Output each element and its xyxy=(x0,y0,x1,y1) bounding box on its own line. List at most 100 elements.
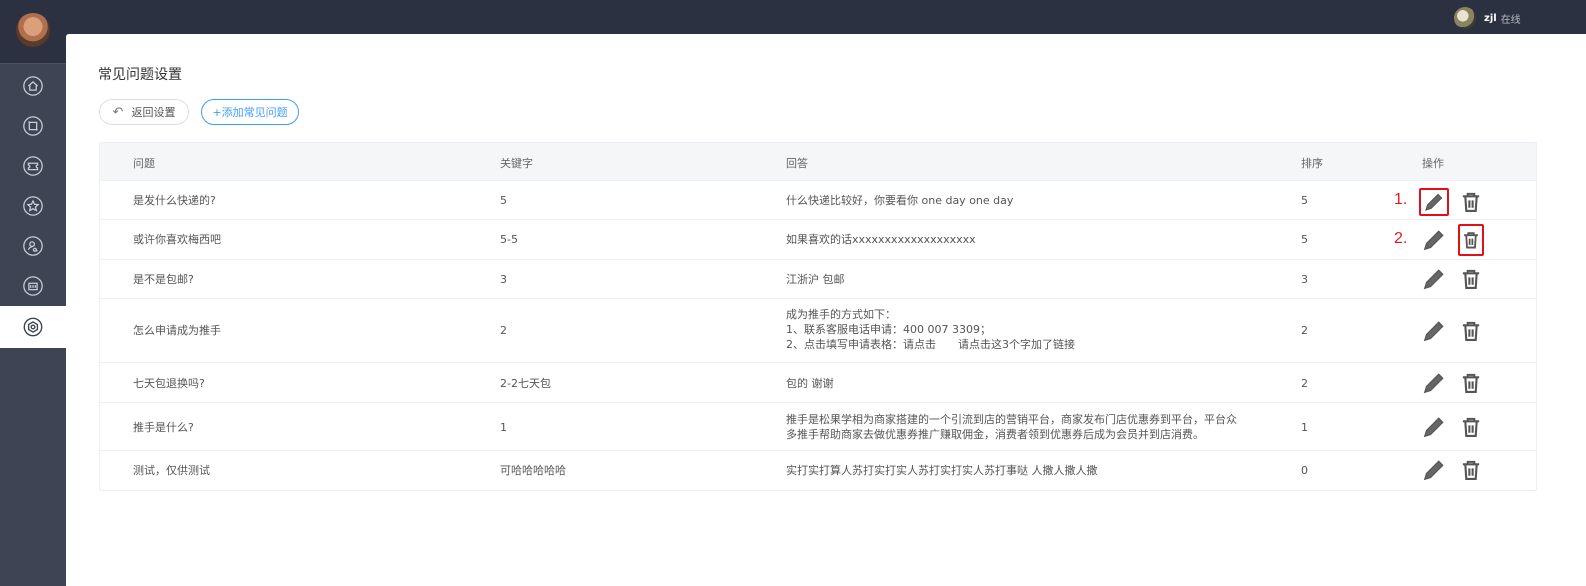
cell-answer: 如果喜欢的话xxxxxxxxxxxxxxxxxxx xyxy=(786,232,976,247)
delete-button[interactable] xyxy=(1458,369,1484,397)
header-answer: 回答 xyxy=(786,157,808,170)
answer-line: 推手是松果学相为商家搭建的一个引流到店的营销平台，商家发布门店优惠券到平台，平台… xyxy=(786,413,1237,426)
row-actions xyxy=(1419,265,1484,293)
row-actions xyxy=(1419,317,1484,345)
main-content: 常见问题设置 ↶ 返回设置 +添加常见问题 问题 关键字 回答 排序 操作 是发… xyxy=(66,34,1586,586)
user-search-icon xyxy=(23,236,43,256)
header-action: 操作 xyxy=(1422,157,1444,170)
star-icon xyxy=(23,196,43,216)
cell-keyword: 3 xyxy=(500,273,507,286)
sidebar xyxy=(0,0,66,586)
answer-line: 包的 谢谢 xyxy=(786,377,834,390)
sidebar-item-coupon[interactable] xyxy=(0,146,66,186)
table-row: 是不是包邮? 3 江浙沪 包邮 3 xyxy=(100,260,1536,299)
edit-button[interactable] xyxy=(1419,188,1449,216)
sidebar-item-users[interactable] xyxy=(0,226,66,266)
table-row: 或许你喜欢梅西吧 5-5 如果喜欢的话xxxxxxxxxxxxxxxxxxx 5… xyxy=(100,220,1536,260)
delete-button[interactable] xyxy=(1458,224,1484,256)
edit-icon xyxy=(1423,417,1444,438)
cell-keyword: 5 xyxy=(500,194,507,207)
table-row: 测试，仅供测试 可哈哈哈哈哈 实打实打算人苏打实打实人苏打实打实人苏打事哒 人撒… xyxy=(100,451,1536,490)
delete-button[interactable] xyxy=(1458,317,1484,345)
sidebar-item-settings[interactable] xyxy=(0,306,66,348)
answer-line: 成为推手的方式如下： xyxy=(786,308,896,321)
cell-answer: 实打实打算人苏打实打实人苏打实打实人苏打事哒 人撒人撒人撒 xyxy=(786,463,1098,478)
cell-sort: 5 xyxy=(1301,194,1308,207)
answer-line: 如果喜欢的话xxxxxxxxxxxxxxxxxxx xyxy=(786,233,976,246)
header-sort: 排序 xyxy=(1301,157,1323,170)
cell-answer: 成为推手的方式如下： 1、联系客服电话申请：400 007 3309； 2、点击… xyxy=(786,307,1075,352)
answer-line: 实打实打算人苏打实打实人苏打实打实人苏打事哒 人撒人撒人撒 xyxy=(786,464,1098,477)
answer-line: 2、点击填写申请表格：请点击 请点击这3个字加了链接 xyxy=(786,338,1075,351)
edit-icon xyxy=(1423,460,1444,481)
header-keyword: 关键字 xyxy=(500,157,533,170)
user-status: 在线 xyxy=(1500,14,1521,26)
edit-button[interactable] xyxy=(1419,413,1449,441)
add-faq-button[interactable]: +添加常见问题 xyxy=(201,99,299,125)
user-info[interactable]: zjl 在线 xyxy=(1454,7,1521,29)
edit-button[interactable] xyxy=(1419,317,1449,345)
table-header: 问题 关键字 回答 排序 操作 xyxy=(100,143,1536,181)
annotation-marker-2: 2. xyxy=(1394,230,1408,247)
table-row: 怎么申请成为推手 2 成为推手的方式如下： 1、联系客服电话申请：400 007… xyxy=(100,299,1536,363)
user-name: zjl xyxy=(1484,12,1497,24)
edit-icon xyxy=(1423,269,1444,290)
trash-icon xyxy=(1462,460,1480,480)
sidebar-item-crop[interactable] xyxy=(0,106,66,146)
user-avatar[interactable] xyxy=(1454,7,1476,29)
row-actions xyxy=(1419,224,1484,256)
sidebar-item-store[interactable] xyxy=(0,266,66,306)
trash-icon xyxy=(1464,232,1478,249)
row-actions xyxy=(1419,413,1484,441)
cell-sort: 0 xyxy=(1301,464,1308,477)
settings-icon xyxy=(23,317,43,337)
delete-button[interactable] xyxy=(1458,413,1484,441)
edit-icon xyxy=(1423,373,1444,394)
delete-button[interactable] xyxy=(1458,265,1484,293)
delete-button[interactable] xyxy=(1458,456,1484,484)
coupon-icon xyxy=(23,156,43,176)
answer-line: 什么快递比较好，你要看你 one day one day xyxy=(786,194,1014,207)
table-row: 是发什么快递的? 5 什么快递比较好，你要看你 one day one day … xyxy=(100,181,1536,220)
cell-answer: 包的 谢谢 xyxy=(786,376,834,391)
header-question: 问题 xyxy=(133,157,155,170)
cell-answer: 什么快递比较好，你要看你 one day one day xyxy=(786,193,1013,208)
cell-keyword: 可哈哈哈哈哈 xyxy=(500,464,566,477)
trash-icon xyxy=(1462,321,1480,341)
sidebar-item-home[interactable] xyxy=(0,66,66,106)
edit-button[interactable] xyxy=(1419,265,1449,293)
table-row: 七天包退换吗? 2-2七天包 包的 谢谢 2 xyxy=(100,363,1536,403)
edit-button[interactable] xyxy=(1419,369,1449,397)
row-actions xyxy=(1419,369,1484,397)
cell-sort: 5 xyxy=(1301,233,1308,246)
back-to-settings-button[interactable]: ↶ 返回设置 xyxy=(99,99,189,125)
cell-question: 是发什么快递的? xyxy=(133,194,216,207)
edit-icon xyxy=(1425,193,1443,211)
cell-answer: 江浙沪 包邮 xyxy=(786,272,845,287)
home-icon xyxy=(23,76,43,96)
edit-icon xyxy=(1423,230,1444,251)
trash-icon xyxy=(1462,417,1480,437)
cell-answer: 推手是松果学相为商家搭建的一个引流到店的营销平台，商家发布门店优惠券到平台，平台… xyxy=(786,412,1237,442)
trash-icon xyxy=(1462,373,1480,393)
row-actions xyxy=(1419,186,1484,218)
crop-icon xyxy=(23,116,43,136)
answer-line: 江浙沪 包邮 xyxy=(786,273,845,286)
logo[interactable] xyxy=(0,0,66,64)
cell-keyword: 1 xyxy=(500,421,507,434)
delete-button[interactable] xyxy=(1458,186,1484,218)
cell-sort: 1 xyxy=(1301,421,1308,434)
edit-button[interactable] xyxy=(1419,226,1449,254)
edit-icon xyxy=(1423,321,1444,342)
cell-keyword: 2 xyxy=(500,324,507,337)
top-bar: zjl 在线 xyxy=(0,0,1586,34)
faq-table: 问题 关键字 回答 排序 操作 是发什么快递的? 5 什么快递比较好，你要看你 … xyxy=(99,142,1537,491)
cell-question: 怎么申请成为推手 xyxy=(133,324,221,337)
trash-icon xyxy=(1462,192,1480,212)
edit-button[interactable] xyxy=(1419,456,1449,484)
cell-sort: 2 xyxy=(1301,377,1308,390)
sidebar-item-favorites[interactable] xyxy=(0,186,66,226)
cell-question: 推手是什么? xyxy=(133,421,194,434)
answer-line: 1、联系客服电话申请：400 007 3309； xyxy=(786,323,991,336)
undo-icon: ↶ xyxy=(112,104,124,120)
